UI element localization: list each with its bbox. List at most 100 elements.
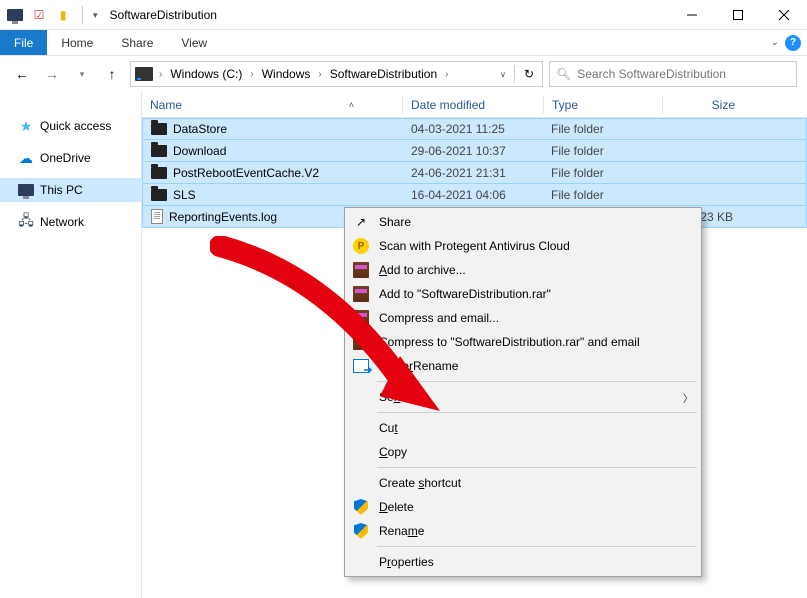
tab-view[interactable]: View (167, 30, 221, 55)
column-header-date[interactable]: Date modified (403, 98, 543, 112)
ctx-cut[interactable]: Cut (347, 416, 699, 440)
ctx-send-to[interactable]: Send to 〉 (347, 385, 699, 409)
file-name: PostRebootEventCache.V2 (173, 166, 319, 180)
maximize-button[interactable] (715, 0, 761, 30)
share-icon: ↗ (351, 212, 371, 232)
sidebar-item-label: OneDrive (40, 151, 91, 165)
qat-divider (82, 6, 83, 24)
monitor-icon (18, 182, 34, 198)
breadcrumb-sep-icon[interactable]: › (248, 69, 255, 80)
search-icon: 🔍︎ (556, 67, 571, 81)
ribbon: File Home Share View ⌄ ? (0, 30, 807, 56)
file-icon (151, 209, 163, 224)
file-row[interactable]: SLS16-04-2021 04:06File folder (142, 184, 807, 206)
ctx-power-rename[interactable]: PowerRename (347, 354, 699, 378)
ctx-compress-rar-email[interactable]: Compress to "SoftwareDistribution.rar" a… (347, 330, 699, 354)
sidebar-item-label: Quick access (40, 119, 111, 133)
file-name: ReportingEvents.log (169, 210, 277, 224)
file-name: DataStore (173, 122, 227, 136)
ctx-properties[interactable]: Properties (347, 550, 699, 574)
ctx-separator (377, 412, 697, 413)
file-date: 04-03-2021 11:25 (403, 122, 543, 136)
navigation-bar: ← → ▾ ↑ › Windows (C:) › Windows › Softw… (0, 56, 807, 92)
folder-icon (151, 189, 167, 201)
search-input[interactable] (577, 67, 790, 81)
rar-icon (351, 308, 371, 328)
folder-icon (151, 123, 167, 135)
column-headers: Name˄ Date modified Type Size (142, 92, 807, 118)
properties-qat-icon[interactable]: ☑ (30, 6, 48, 24)
column-header-name[interactable]: Name˄ (142, 98, 402, 112)
sidebar-item-this-pc[interactable]: This PC (0, 178, 141, 202)
breadcrumb-sep-icon[interactable]: › (316, 69, 323, 80)
protegent-icon: P (351, 236, 371, 256)
file-row[interactable]: PostRebootEventCache.V2 24-06-2021 21:31F… (142, 162, 807, 184)
file-date: 29-06-2021 10:37 (403, 144, 543, 158)
breadcrumb-windows[interactable]: Windows (258, 67, 315, 81)
file-type: File folder (543, 166, 661, 180)
shield-icon (351, 497, 371, 517)
rar-icon (351, 260, 371, 280)
minimize-button[interactable] (669, 0, 715, 30)
file-type: File folder (543, 144, 661, 158)
column-header-type[interactable]: Type (544, 98, 662, 112)
powerrename-icon (351, 356, 371, 376)
star-icon: ★ (18, 118, 34, 134)
breadcrumb-drive[interactable]: Windows (C:) (166, 67, 246, 81)
folder-qat-icon[interactable]: ▮ (54, 6, 72, 24)
quick-access-toolbar: ☑ ▮ ▾ (0, 6, 104, 24)
back-button[interactable]: ← (10, 62, 34, 86)
explorer-icon (6, 6, 24, 24)
file-name: Download (173, 144, 226, 158)
up-button[interactable]: ↑ (100, 62, 124, 86)
ctx-add-rar[interactable]: Add to "SoftwareDistribution.rar" (347, 282, 699, 306)
navigation-pane: ★ Quick access ☁ OneDrive This PC 🖧 Netw… (0, 92, 142, 598)
breadcrumb-sep-icon[interactable]: › (157, 69, 164, 80)
file-date: 16-04-2021 04:06 (403, 188, 543, 202)
address-bar[interactable]: › Windows (C:) › Windows › SoftwareDistr… (130, 61, 543, 87)
sidebar-item-onedrive[interactable]: ☁ OneDrive (0, 146, 141, 170)
column-header-size[interactable]: Size (663, 98, 743, 112)
sort-asc-icon: ˄ (349, 100, 394, 110)
ctx-share[interactable]: ↗ Share (347, 210, 699, 234)
file-date: 24-06-2021 21:31 (403, 166, 543, 180)
folder-icon (151, 145, 167, 157)
file-list: Name˄ Date modified Type Size DataStore 0… (142, 92, 807, 598)
shield-icon (351, 521, 371, 541)
sidebar-item-network[interactable]: 🖧 Network (0, 210, 141, 234)
drive-icon (135, 67, 153, 81)
sidebar-item-quick-access[interactable]: ★ Quick access (0, 114, 141, 138)
breadcrumb-sep-icon[interactable]: › (443, 69, 450, 80)
ctx-add-archive[interactable]: Add to archive... (347, 258, 699, 282)
close-button[interactable] (761, 0, 807, 30)
qat-dropdown-icon[interactable]: ▾ (93, 10, 98, 21)
search-box[interactable]: 🔍︎ (549, 61, 797, 87)
recent-locations-button[interactable]: ▾ (70, 62, 94, 86)
context-menu: ↗ Share P Scan with Protegent Antivirus … (344, 207, 702, 577)
file-tab[interactable]: File (0, 30, 47, 55)
tab-home[interactable]: Home (47, 30, 107, 55)
sidebar-item-label: Network (40, 215, 84, 229)
address-dropdown-icon[interactable]: v (497, 70, 509, 79)
ctx-separator (377, 546, 697, 547)
ctx-delete[interactable]: Delete (347, 495, 699, 519)
refresh-button[interactable]: ↻ (520, 67, 538, 81)
ctx-rename[interactable]: Rename (347, 519, 699, 543)
breadcrumb-softwaredistribution[interactable]: SoftwareDistribution (326, 67, 441, 81)
tab-share[interactable]: Share (107, 30, 167, 55)
window-title: SoftwareDistribution (104, 8, 217, 22)
rar-icon (351, 284, 371, 304)
sidebar-item-label: This PC (40, 183, 83, 197)
ctx-create-shortcut[interactable]: Create shortcut (347, 471, 699, 495)
forward-button[interactable]: → (40, 62, 64, 86)
ctx-compress-email[interactable]: Compress and email... (347, 306, 699, 330)
help-icon[interactable]: ? (785, 35, 801, 51)
file-type: File folder (543, 188, 661, 202)
file-row[interactable]: Download 29-06-2021 10:37File folder (142, 140, 807, 162)
title-bar: ☑ ▮ ▾ SoftwareDistribution (0, 0, 807, 30)
ctx-copy[interactable]: Copy (347, 440, 699, 464)
ctx-scan[interactable]: P Scan with Protegent Antivirus Cloud (347, 234, 699, 258)
file-type: File folder (543, 122, 661, 136)
ribbon-expand-icon[interactable]: ⌄ (771, 37, 779, 48)
file-row[interactable]: DataStore 04-03-2021 11:25File folder (142, 118, 807, 140)
